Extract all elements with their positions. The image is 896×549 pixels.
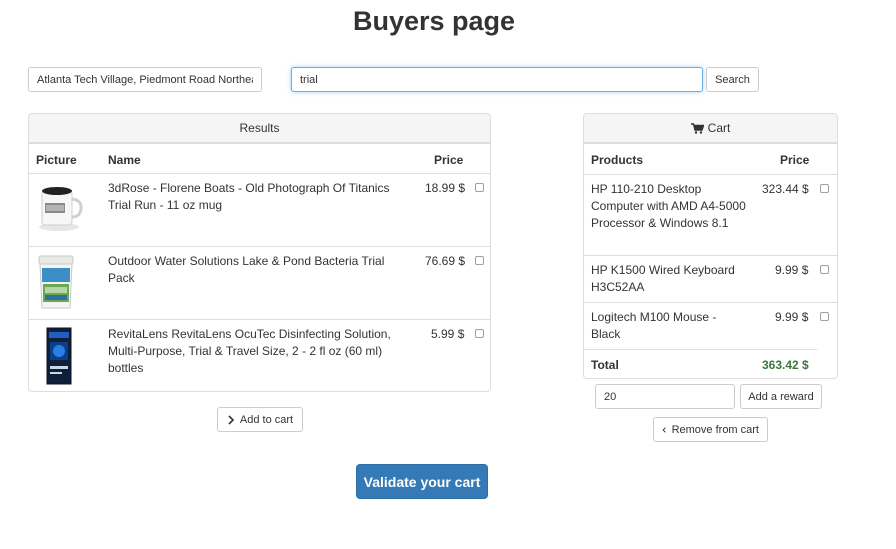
cart-total-row: Total 363.42 $ xyxy=(584,349,817,378)
cart-heading-label: Cart xyxy=(707,121,731,135)
cart-heading: Cart xyxy=(584,114,837,143)
cart-item-row[interactable]: HP K1500 Wired Keyboard H3C52AA 9.99 $ xyxy=(584,255,837,302)
cart-item-checkbox[interactable] xyxy=(820,265,829,274)
remove-from-cart-label: Remove from cart xyxy=(671,423,759,436)
search-button-label: Search xyxy=(715,73,750,86)
result-checkbox[interactable] xyxy=(475,329,484,338)
cart-panel: Cart Products Price HP 110-210 Desktop C… xyxy=(583,113,838,379)
results-heading: Results xyxy=(29,114,490,143)
cart-item-checkbox[interactable] xyxy=(820,312,829,321)
column-price: Price xyxy=(434,153,464,167)
validate-cart-label: Validate your cart xyxy=(363,473,481,490)
search-input[interactable] xyxy=(291,67,703,92)
mug-image xyxy=(39,187,83,231)
results-heading-label: Results xyxy=(239,121,280,135)
result-price: 5.99 $ xyxy=(431,327,465,341)
cart-item-name: HP 110-210 Desktop Computer with AMD A4-… xyxy=(591,182,746,230)
results-header-row: Picture Name Price xyxy=(29,143,490,173)
cart-total-label: Total xyxy=(591,358,619,372)
result-price: 18.99 $ xyxy=(425,181,466,195)
bucket-image xyxy=(38,255,74,309)
result-name: RevitaLens RevitaLens OcuTec Disinfectin… xyxy=(108,327,391,375)
validate-cart-button[interactable]: Validate your cart xyxy=(356,464,488,499)
shopping-cart-icon xyxy=(690,122,704,134)
search-button[interactable]: Search xyxy=(706,67,759,92)
cart-total-value: 363.42 $ xyxy=(762,358,809,372)
cart-item-name: HP K1500 Wired Keyboard H3C52AA xyxy=(591,263,735,294)
column-cart-price: Price xyxy=(780,153,810,167)
result-name: 3dRose - Florene Boats - Old Photograph … xyxy=(108,181,390,212)
add-reward-button[interactable]: Add a reward xyxy=(740,384,822,409)
result-checkbox[interactable] xyxy=(475,183,484,192)
add-to-cart-button[interactable]: Add to cart xyxy=(217,407,303,432)
page-title: Buyers page xyxy=(352,6,516,36)
reward-input[interactable] xyxy=(595,384,735,409)
remove-from-cart-button[interactable]: Remove from cart xyxy=(653,417,768,442)
cart-item-price: 9.99 $ xyxy=(775,310,809,324)
cart-header-row: Products Price xyxy=(584,143,837,174)
result-checkbox[interactable] xyxy=(475,256,484,265)
solution-box-image xyxy=(46,327,72,385)
column-name: Name xyxy=(108,153,141,167)
add-to-cart-label: Add to cart xyxy=(239,413,294,426)
column-products: Products xyxy=(591,153,644,167)
cart-item-price: 9.99 $ xyxy=(775,263,809,277)
result-row[interactable]: Outdoor Water Solutions Lake & Pond Bact… xyxy=(29,246,490,319)
cart-item-name: Logitech M100 Mouse - Black xyxy=(591,310,717,341)
cart-item-row[interactable]: HP 110-210 Desktop Computer with AMD A4-… xyxy=(584,174,837,255)
location-input[interactable] xyxy=(28,67,262,92)
add-reward-label: Add a reward xyxy=(748,390,814,403)
result-row[interactable]: 3dRose - Florene Boats - Old Photograph … xyxy=(29,173,490,246)
result-price: 76.69 $ xyxy=(425,254,466,268)
results-panel: Results Picture Name Price 3dRose - Flor… xyxy=(28,113,491,392)
cart-item-price: 323.44 $ xyxy=(762,182,809,196)
chevron-right-icon xyxy=(228,414,235,425)
result-name: Outdoor Water Solutions Lake & Pond Bact… xyxy=(108,254,385,285)
column-picture: Picture xyxy=(36,153,77,167)
cart-item-checkbox[interactable] xyxy=(820,184,829,193)
cart-item-row[interactable]: Logitech M100 Mouse - Black 9.99 $ xyxy=(584,302,837,349)
result-row[interactable]: RevitaLens RevitaLens OcuTec Disinfectin… xyxy=(29,319,490,391)
chevron-left-icon xyxy=(662,426,666,433)
